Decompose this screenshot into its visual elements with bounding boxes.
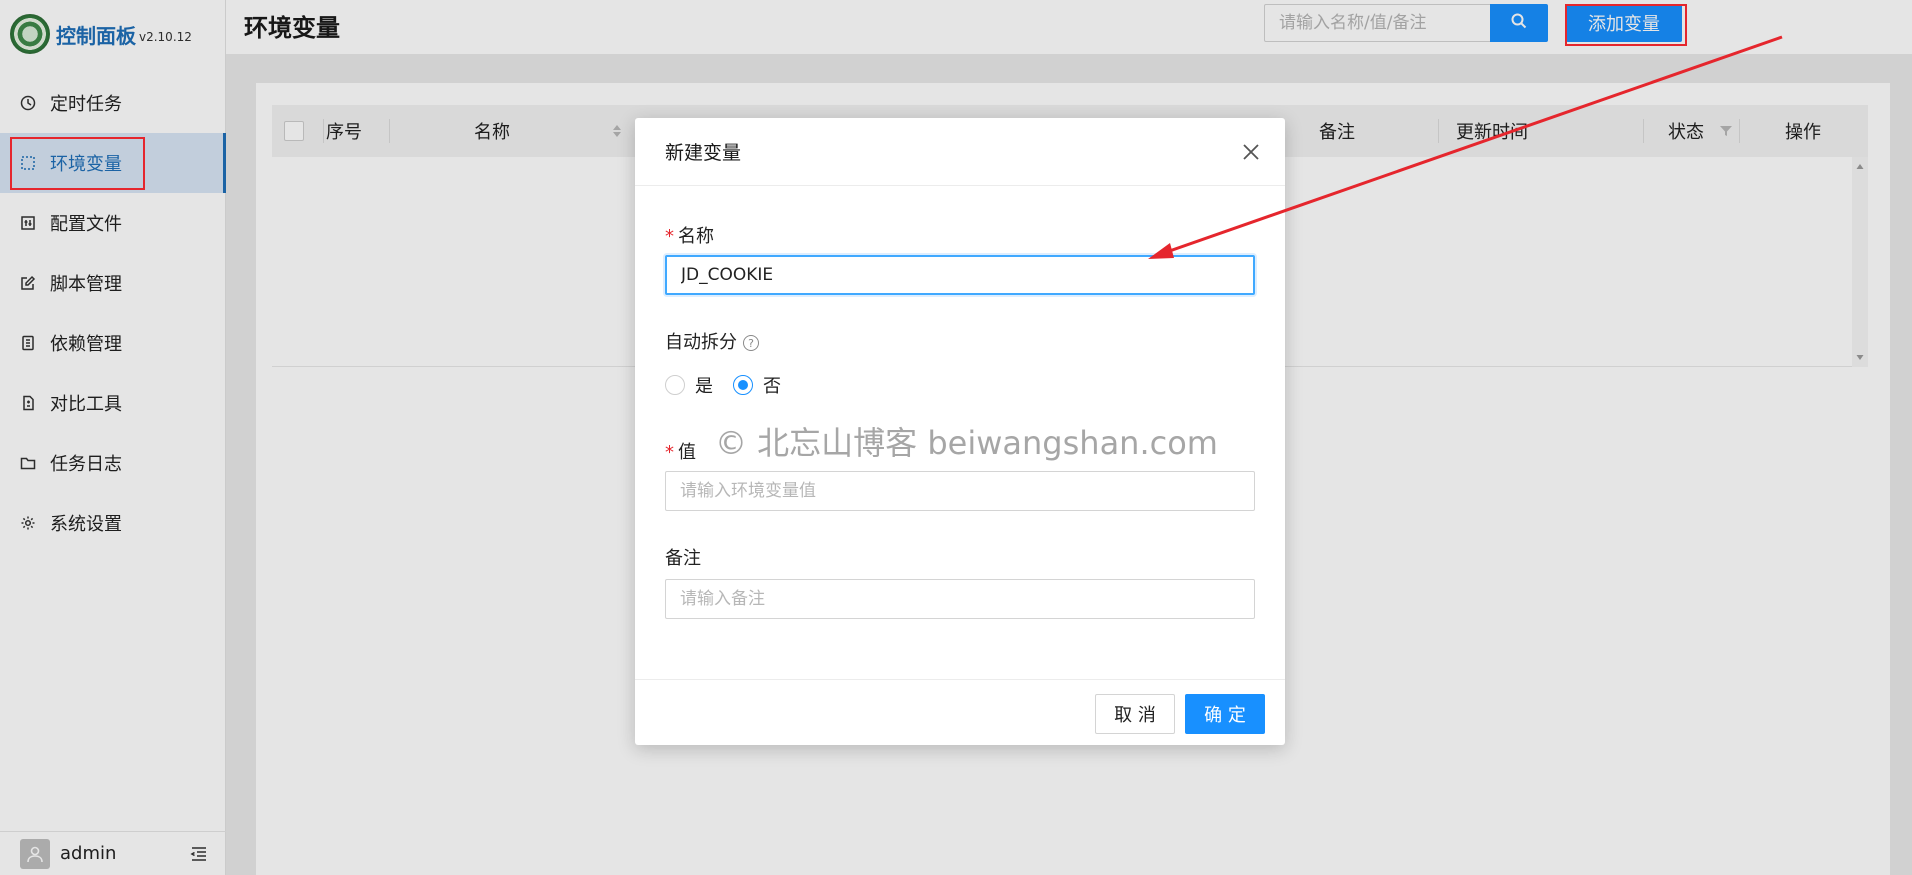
name-label: * 名称: [665, 226, 714, 247]
close-icon[interactable]: [1241, 142, 1261, 162]
radio-no[interactable]: [733, 375, 753, 395]
modal-title: 新建变量: [665, 142, 742, 164]
modal-footer: 取 消 确 定: [635, 679, 1285, 745]
radio-no-label[interactable]: 否: [763, 372, 781, 398]
name-field[interactable]: [665, 255, 1255, 295]
remark-label: 备注: [665, 548, 701, 569]
watermark: © 北忘山博客 beiwangshan.com: [715, 424, 1218, 462]
required-mark: *: [665, 442, 674, 463]
modal-header: 新建变量: [635, 118, 1285, 186]
required-mark: *: [665, 226, 674, 247]
cancel-button[interactable]: 取 消: [1095, 694, 1175, 734]
auto-split-radio-group: 是 否: [665, 372, 801, 398]
radio-yes-label[interactable]: 是: [695, 372, 713, 398]
confirm-button[interactable]: 确 定: [1185, 694, 1265, 734]
value-label: * 值: [665, 442, 696, 463]
help-icon[interactable]: ?: [743, 335, 759, 351]
value-field[interactable]: [665, 471, 1255, 511]
radio-yes[interactable]: [665, 375, 685, 395]
auto-split-label: 自动拆分?: [665, 328, 759, 354]
remark-field[interactable]: [665, 579, 1255, 619]
